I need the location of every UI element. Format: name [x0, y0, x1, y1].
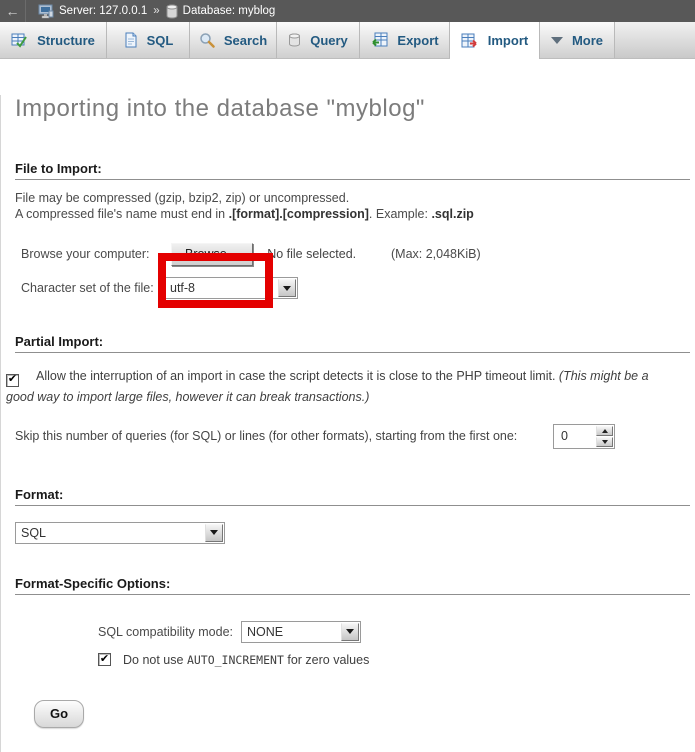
breadcrumb-server-label: Server: 127.0.0.1	[59, 5, 147, 17]
section-divider	[15, 352, 690, 353]
auto-increment-checkbox[interactable]	[98, 653, 111, 666]
no-file-selected-text: No file selected.	[267, 247, 356, 261]
breadcrumb-database[interactable]: Database: myblog	[166, 4, 276, 19]
spinner-up-icon[interactable]	[596, 426, 613, 436]
sql-compatibility-value: NONE	[247, 625, 341, 639]
charset-label: Character set of the file:	[21, 281, 164, 295]
section-heading-file-to-import: File to Import:	[15, 161, 695, 176]
tab-export[interactable]: Export	[360, 22, 450, 58]
breadcrumb-server[interactable]: Server: 127.0.0.1	[38, 4, 147, 19]
auto-increment-row: Do not use AUTO_INCREMENT for zero value…	[1, 653, 695, 667]
tab-sql[interactable]: SQL	[107, 22, 190, 58]
back-arrow-icon: ←	[6, 3, 20, 19]
back-arrow-button[interactable]: ←	[0, 0, 26, 22]
tab-query[interactable]: Query	[277, 22, 360, 58]
sql-compatibility-select[interactable]: NONE	[241, 621, 361, 643]
go-button[interactable]: Go	[34, 700, 84, 728]
format-select[interactable]: SQL	[15, 522, 225, 544]
tab-structure[interactable]: Structure	[0, 22, 107, 58]
skip-queries-value: 0	[555, 429, 596, 443]
tab-label: More	[572, 33, 603, 48]
section-heading-format: Format:	[15, 487, 695, 502]
skip-queries-label: Skip this number of queries (for SQL) or…	[15, 429, 517, 443]
structure-icon	[11, 32, 28, 48]
tab-label: Import	[488, 33, 528, 48]
chevron-down-icon	[551, 37, 563, 44]
auto-increment-code: AUTO_INCREMENT	[187, 653, 284, 667]
import-icon	[461, 33, 479, 49]
tab-search[interactable]: Search	[190, 22, 277, 58]
dropdown-arrow-icon[interactable]	[278, 279, 296, 297]
database-icon	[166, 4, 178, 19]
compression-info-text: File may be compressed (gzip, bzip2, zip…	[15, 190, 695, 222]
search-icon	[199, 32, 215, 48]
tab-bar-filler	[615, 22, 695, 58]
server-icon	[38, 4, 54, 19]
tab-more[interactable]: More	[540, 22, 615, 58]
browse-button[interactable]: Browse…	[171, 243, 253, 266]
section-heading-format-specific: Format-Specific Options:	[15, 576, 695, 591]
allow-interruption-checkbox[interactable]	[6, 374, 19, 387]
spinner-down-icon[interactable]	[596, 437, 613, 447]
browse-label: Browse your computer:	[21, 247, 164, 261]
section-heading-partial-import: Partial Import:	[15, 334, 695, 349]
tab-label: Export	[397, 33, 438, 48]
sql-compatibility-label: SQL compatibility mode:	[98, 625, 233, 639]
query-icon	[288, 32, 301, 48]
tab-label: Query	[310, 33, 348, 48]
tab-label: Search	[224, 33, 267, 48]
dropdown-arrow-icon[interactable]	[205, 524, 223, 542]
tab-label: SQL	[147, 33, 174, 48]
sql-icon	[123, 32, 138, 48]
section-divider	[15, 594, 690, 595]
breadcrumb-bar: ← Server: 127.0.0.1 » Database: myblog	[0, 0, 695, 22]
format-selected-value: SQL	[21, 526, 205, 540]
sql-compatibility-row: SQL compatibility mode: NONE	[1, 620, 695, 644]
tab-bar: Structure SQL Search	[0, 22, 695, 59]
main-content: Importing into the database "myblog" Fil…	[0, 95, 695, 752]
auto-increment-label: Do not use AUTO_INCREMENT for zero value…	[123, 653, 369, 667]
skip-queries-row: Skip this number of queries (for SQL) or…	[1, 424, 695, 449]
skip-queries-spinner[interactable]: 0	[553, 424, 615, 449]
section-divider	[15, 179, 690, 180]
page-title: Importing into the database "myblog"	[15, 95, 695, 123]
dropdown-arrow-icon[interactable]	[341, 623, 359, 641]
tab-label: Structure	[37, 33, 95, 48]
breadcrumb-separator: »	[153, 5, 159, 17]
section-divider	[15, 505, 690, 506]
export-icon	[370, 32, 388, 48]
spinner-buttons	[596, 426, 613, 447]
browse-row: Browse your computer: Browse… No file se…	[1, 241, 695, 267]
allow-interruption-label: Allow the interruption of an import in c…	[36, 369, 559, 383]
allow-interruption-row: Allow the interruption of an import in c…	[6, 366, 668, 407]
tab-import[interactable]: Import	[450, 22, 540, 59]
max-upload-size: (Max: 2,048KiB)	[391, 247, 481, 261]
breadcrumb-database-label: Database: myblog	[183, 5, 276, 17]
charset-select[interactable]: utf-8	[164, 277, 298, 299]
charset-row: Character set of the file: utf-8	[1, 276, 695, 300]
charset-selected-value: utf-8	[170, 281, 278, 295]
